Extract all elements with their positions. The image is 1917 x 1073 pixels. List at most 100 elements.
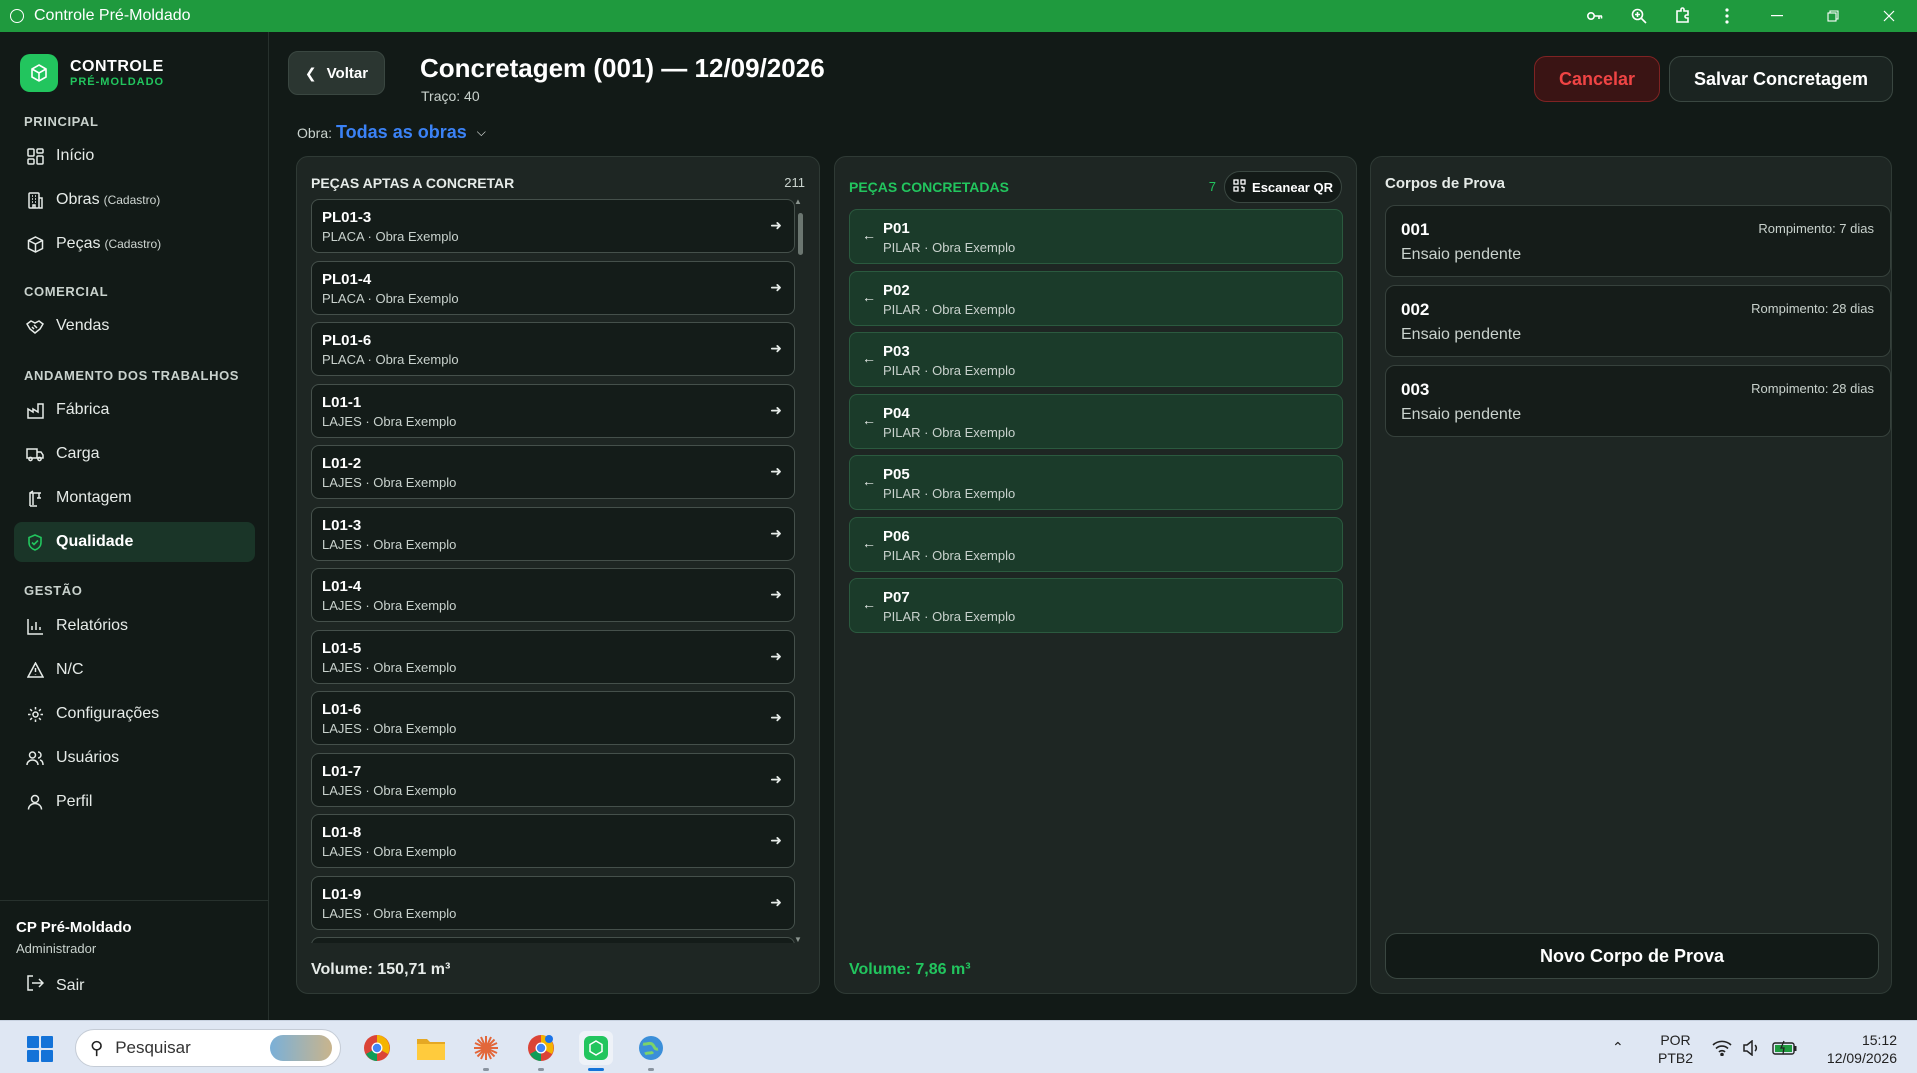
- taskbar-clock[interactable]: 15:12 12/09/2026: [1827, 1031, 1897, 1067]
- sidebar-item-relatorios[interactable]: Relatórios: [14, 606, 255, 646]
- sidebar-item-usuarios[interactable]: Usuários: [14, 738, 255, 778]
- battery-icon[interactable]: [1772, 1021, 1798, 1073]
- windows-start-icon[interactable]: [27, 1036, 53, 1062]
- arrow-right-icon[interactable]: ➜: [770, 832, 782, 849]
- scan-qr-button[interactable]: Escanear QR: [1224, 171, 1342, 203]
- apta-list-item[interactable]: L01-6 LAJES · Obra Exemplo ➜: [311, 691, 795, 745]
- concretadas-list[interactable]: ← P01 PILAR · Obra Exemplo ← P02 PILAR · Obra…: [849, 209, 1343, 640]
- sidebar-item-carga[interactable]: Carga: [14, 434, 255, 474]
- scroll-down-icon[interactable]: ▼: [794, 935, 802, 944]
- arrow-right-icon[interactable]: ➜: [770, 771, 782, 788]
- chrome-profile-icon[interactable]: [524, 1031, 558, 1071]
- globe-app-icon[interactable]: [634, 1031, 668, 1071]
- apta-list-item[interactable]: L01-7 LAJES · Obra Exemplo ➜: [311, 752, 795, 807]
- piece-code: L01-3: [322, 516, 362, 534]
- apta-list-item[interactable]: L01-8 LAJES · Obra Exemplo ➜: [311, 814, 795, 868]
- concretada-list-item[interactable]: ← P05 PILAR · Obra Exemplo: [849, 455, 1343, 510]
- sidebar-item-perfil[interactable]: Perfil: [14, 782, 255, 822]
- zoom-icon[interactable]: [1617, 0, 1661, 32]
- arrow-right-icon[interactable]: ➜: [770, 279, 782, 296]
- apta-list-item[interactable]: PL01-3 PLACA · Obra Exemplo ➜: [311, 199, 795, 253]
- arrow-left-icon[interactable]: ←: [862, 289, 876, 305]
- logout-button[interactable]: Sair: [26, 975, 84, 996]
- restore-icon[interactable]: [1805, 0, 1861, 32]
- close-icon[interactable]: [1861, 0, 1917, 32]
- arrow-left-icon[interactable]: ←: [862, 535, 876, 551]
- arrow-left-icon[interactable]: ←: [862, 473, 876, 489]
- wifi-icon[interactable]: [1712, 1021, 1732, 1073]
- file-explorer-icon[interactable]: [414, 1031, 448, 1065]
- language-indicator[interactable]: POR PTB2: [1658, 1031, 1693, 1067]
- concretada-list-item[interactable]: ← P04 PILAR · Obra Exemplo: [849, 393, 1343, 449]
- corpo-prova-card[interactable]: 002 Ensaio pendente Rompimento: 28 dias: [1385, 285, 1891, 357]
- concretada-list-item[interactable]: ← P03 PILAR · Obra Exemplo: [849, 332, 1343, 387]
- corpos-list[interactable]: 001 Ensaio pendente Rompimento: 7 dias 002 E…: [1385, 205, 1891, 445]
- sidebar-item-nc[interactable]: N/C: [14, 650, 255, 690]
- arrow-right-icon[interactable]: ➜: [770, 402, 782, 419]
- sidebar-item-pecas[interactable]: Peças (Cadastro): [14, 224, 255, 264]
- sidebar-item-vendas[interactable]: Vendas: [14, 306, 255, 346]
- arrow-left-icon[interactable]: ←: [862, 350, 876, 366]
- minimize-icon[interactable]: [1749, 0, 1805, 32]
- apta-list-item[interactable]: L01-3 LAJES · Obra Exemplo ➜: [311, 506, 795, 561]
- concretada-list-item[interactable]: ← P01 PILAR · Obra Exemplo: [849, 209, 1343, 264]
- arrow-right-icon[interactable]: ➜: [770, 586, 782, 603]
- concretada-list-item[interactable]: ← P02 PILAR · Obra Exemplo: [849, 270, 1343, 326]
- arrow-right-icon[interactable]: ➜: [770, 463, 782, 480]
- sidebar-item-montagem[interactable]: Montagem: [14, 478, 255, 518]
- apta-list-item[interactable]: L01-2 LAJES · Obra Exemplo ➜: [311, 445, 795, 499]
- concretada-list-item[interactable]: ← P07 PILAR · Obra Exemplo: [849, 578, 1343, 633]
- arrow-right-icon[interactable]: ➜: [770, 340, 782, 357]
- arrow-right-icon[interactable]: ➜: [770, 648, 782, 665]
- controle-app-taskbar-icon[interactable]: [579, 1031, 613, 1071]
- obra-filter[interactable]: Obra: Todas as obras ⌵: [297, 122, 486, 143]
- apta-list-item[interactable]: L01-9 LAJES · Obra Exemplo ➜: [311, 875, 795, 930]
- corpo-prova-card[interactable]: 001 Ensaio pendente Rompimento: 7 dias: [1385, 205, 1891, 277]
- scrollbar-thumb[interactable]: [798, 213, 803, 255]
- piece-code: P05: [883, 466, 910, 483]
- chevron-down-icon[interactable]: ⌵: [477, 125, 486, 140]
- arrow-right-icon[interactable]: ➜: [770, 894, 782, 911]
- new-corpo-button[interactable]: Novo Corpo de Prova: [1385, 933, 1879, 979]
- apta-list-item[interactable]: L01-1 LAJES · Obra Exemplo ➜: [311, 383, 795, 438]
- chrome-icon[interactable]: [360, 1031, 394, 1065]
- sidebar-item-label: Montagem: [56, 489, 132, 506]
- sidebar-item-configuracoes[interactable]: Configurações: [14, 694, 255, 734]
- arrow-left-icon[interactable]: ←: [862, 227, 876, 243]
- piece-meta: LAJES · Obra Exemplo: [322, 536, 457, 552]
- more-menu-icon[interactable]: [1705, 0, 1749, 32]
- sidebar-item-inicio[interactable]: Início: [14, 136, 255, 176]
- piece-code: P04: [883, 404, 910, 422]
- starburst-app-icon[interactable]: [469, 1031, 503, 1071]
- piece-meta: LAJES · Obra Exemplo: [322, 844, 457, 859]
- arrow-right-icon[interactable]: ➜: [770, 217, 782, 234]
- piece-code: L01-7: [322, 762, 362, 780]
- arrow-left-icon[interactable]: ←: [862, 412, 876, 428]
- apta-list-item[interactable]: ➜: [311, 937, 795, 943]
- extensions-icon[interactable]: [1661, 0, 1705, 32]
- apta-list-item[interactable]: L01-5 LAJES · Obra Exemplo ➜: [311, 629, 795, 684]
- apta-list-item[interactable]: PL01-6 PLACA · Obra Exemplo ➜: [311, 322, 795, 376]
- volume-icon[interactable]: [1743, 1021, 1761, 1073]
- concretada-list-item[interactable]: ← P06 PILAR · Obra Exemplo: [849, 516, 1343, 572]
- taskbar-search[interactable]: ⚲ Pesquisar: [75, 1029, 341, 1067]
- cancel-button[interactable]: Cancelar: [1534, 56, 1660, 102]
- arrow-left-icon[interactable]: ←: [862, 596, 876, 612]
- corpo-prova-card[interactable]: 003 Ensaio pendente Rompimento: 28 dias: [1385, 365, 1891, 437]
- apta-list-item[interactable]: PL01-4 PLACA · Obra Exemplo ➜: [311, 260, 795, 315]
- sidebar-item-qualidade[interactable]: Qualidade: [14, 522, 255, 562]
- apta-list-item[interactable]: L01-4 LAJES · Obra Exemplo ➜: [311, 568, 795, 622]
- tray-chevron-up-icon[interactable]: ⌃: [1612, 1021, 1624, 1073]
- arrow-right-icon[interactable]: ➜: [770, 709, 782, 726]
- aptas-list[interactable]: PL01-3 PLACA · Obra Exemplo ➜ PL01-4 PLACA ·…: [311, 199, 795, 943]
- arrow-right-icon[interactable]: ➜: [770, 525, 782, 542]
- key-icon[interactable]: [1573, 0, 1617, 32]
- sidebar-item-label: Obras: [56, 191, 100, 208]
- back-button[interactable]: ❮ Voltar: [288, 51, 385, 95]
- scroll-up-icon[interactable]: ▲: [794, 197, 802, 206]
- save-button[interactable]: Salvar Concretagem: [1669, 56, 1893, 102]
- sidebar-item-obras[interactable]: Obras (Cadastro): [14, 180, 255, 220]
- obra-select[interactable]: Todas as obras: [336, 122, 467, 143]
- sidebar-item-fabrica[interactable]: Fábrica: [14, 390, 255, 430]
- user-icon: [26, 793, 44, 811]
